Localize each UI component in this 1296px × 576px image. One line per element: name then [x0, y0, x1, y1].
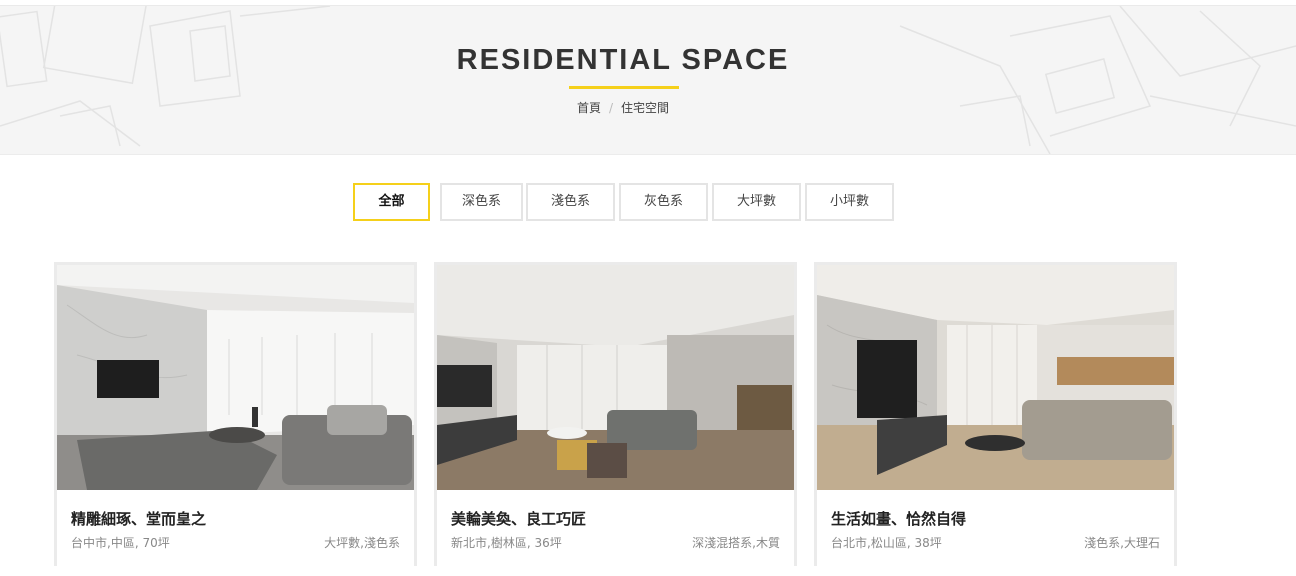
filter-light-tone-button[interactable]: 淺色系 [526, 183, 615, 221]
sketch-background [0, 6, 1296, 154]
project-card[interactable]: 美輪美奐、良工巧匠 新北市,樹林區, 36坪 深淺混搭系,木質 [434, 262, 797, 566]
project-title[interactable]: 生活如畫、恰然自得 [831, 508, 966, 529]
filter-all-button[interactable]: 全部 [353, 183, 430, 221]
project-tags: 大坪數,淺色系 [324, 536, 400, 550]
page-banner: RESIDENTIAL SPACE 首頁 / 住宅空間 [0, 5, 1296, 155]
page-title: RESIDENTIAL SPACE [456, 44, 790, 76]
filter-large-size-button[interactable]: 大坪數 [712, 183, 801, 221]
breadcrumb: 首頁 / 住宅空間 [0, 99, 1246, 116]
project-title[interactable]: 精雕細琢、堂而皇之 [71, 508, 206, 529]
project-photo[interactable] [437, 265, 794, 490]
filter-grey-tone-button[interactable]: 灰色系 [619, 183, 708, 221]
filter-dark-tone-button[interactable]: 深色系 [440, 183, 523, 221]
breadcrumb-current: 住宅空間 [621, 101, 670, 115]
project-tags: 深淺混搭系,木質 [692, 536, 780, 550]
project-title[interactable]: 美輪美奐、良工巧匠 [451, 508, 586, 529]
filter-small-size-button[interactable]: 小坪數 [805, 183, 894, 221]
project-location: 台北市,松山區, 38坪 [831, 536, 942, 550]
breadcrumb-separator: / [608, 101, 614, 115]
breadcrumb-home[interactable]: 首頁 [577, 101, 601, 115]
project-card[interactable]: 精雕細琢、堂而皇之 台中市,中區, 70坪 大坪數,淺色系 [54, 262, 417, 566]
project-tags: 淺色系,大理石 [1084, 536, 1160, 550]
project-location: 新北市,樹林區, 36坪 [451, 536, 562, 550]
project-card[interactable]: 生活如畫、恰然自得 台北市,松山區, 38坪 淺色系,大理石 [814, 262, 1177, 566]
project-photo[interactable] [817, 265, 1174, 490]
title-underline [569, 86, 679, 89]
project-photo[interactable] [57, 265, 414, 490]
project-location: 台中市,中區, 70坪 [71, 536, 170, 550]
